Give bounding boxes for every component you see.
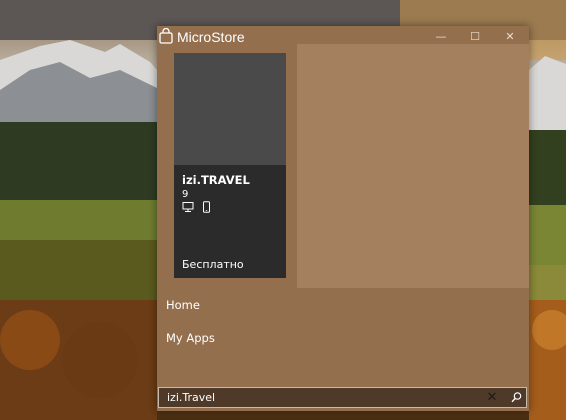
clear-search-button[interactable]: ✕	[485, 390, 499, 405]
app-price: Бесплатно	[182, 258, 244, 271]
search-icon[interactable]	[509, 390, 524, 405]
app-window: MicroStore — ☐ ✕ izi.TRAVEL 9 Бесплатно …	[157, 26, 529, 411]
shopping-bag-icon	[158, 27, 174, 44]
nav-home[interactable]: Home	[166, 298, 200, 312]
detail-panel	[297, 44, 529, 288]
search-input[interactable]	[167, 390, 467, 405]
app-card[interactable]: izi.TRAVEL 9 Бесплатно	[174, 53, 286, 278]
app-thumbnail	[174, 53, 286, 165]
app-name: izi.TRAVEL	[182, 173, 250, 187]
device-icons	[182, 201, 214, 213]
mobile-icon	[203, 201, 211, 213]
search-bar: ✕	[158, 387, 527, 408]
app-rating: 9	[182, 189, 189, 200]
window-title: MicroStore	[177, 29, 245, 45]
desktop-icon	[182, 202, 194, 212]
nav-my-apps[interactable]: My Apps	[166, 331, 215, 345]
